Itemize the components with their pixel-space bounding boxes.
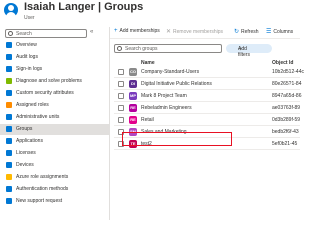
- nav-icon: [6, 54, 12, 60]
- table-row[interactable]: CO Company-Standard-Users 10b2d512-44c: [114, 66, 304, 78]
- add-memberships-button[interactable]: + Add memberships: [114, 28, 160, 34]
- object-id: 80e265?1-84: [272, 81, 302, 87]
- sidebar-item-new-support-request[interactable]: New support request: [0, 196, 109, 207]
- search-icon: [8, 31, 13, 36]
- sidebar-item-authentication-methods[interactable]: Authentication methods: [0, 184, 109, 195]
- nav-icon: [6, 198, 12, 204]
- nav-icon: [6, 186, 12, 192]
- sidebar-item-label: Diagnose and solve problems: [16, 78, 82, 84]
- remove-memberships-button[interactable]: ✕ Remove memberships: [166, 28, 223, 35]
- group-name-link[interactable]: Digital Initiative Public Relations: [141, 81, 212, 87]
- blade-header: Isaiah Langer | Groups User: [0, 0, 300, 26]
- refresh-button[interactable]: ↻ Refresh: [234, 28, 259, 35]
- nav-icon: [6, 162, 12, 168]
- sidebar-item-devices[interactable]: Devices: [0, 160, 109, 171]
- sidebar-item-label: Authentication methods: [16, 186, 69, 192]
- columns-button[interactable]: ☰ Columns: [266, 28, 293, 35]
- group-avatar: CO: [129, 68, 137, 76]
- sidebar-item-custom-security-attributes[interactable]: Custom security attributes: [0, 88, 109, 99]
- group-avatar: DI: [129, 80, 137, 88]
- sidebar-item-label: Applications: [16, 138, 43, 144]
- sidebar-item-licenses[interactable]: Licenses: [0, 148, 109, 159]
- columns-label: Columns: [273, 29, 294, 35]
- table-row[interactable]: RE Retail 0d3b289f-59: [114, 114, 300, 126]
- add-filters-button[interactable]: ⊹ Add filters: [226, 44, 272, 58]
- sidebar-item-label: Custom security attributes: [16, 90, 74, 96]
- user-icon: [4, 3, 18, 17]
- group-name-link[interactable]: Rebeladmin Engineers: [141, 105, 192, 111]
- sidebar-item-label: Licenses: [16, 150, 36, 156]
- group-name-link[interactable]: Retail: [141, 117, 154, 123]
- sidebar-item-sign-in-logs[interactable]: Sign-in logs: [0, 64, 109, 75]
- sidebar-item-applications[interactable]: Applications: [0, 136, 109, 147]
- sidebar-item-diagnose-and-solve-problems[interactable]: Diagnose and solve problems: [0, 76, 109, 87]
- sidebar-item-label: Azure role assignments: [16, 174, 69, 180]
- nav-icon: [6, 174, 12, 180]
- sidebar-item-label: Devices: [16, 162, 34, 168]
- object-id: ae03763f-89: [272, 105, 301, 111]
- nav-icon: [6, 78, 12, 84]
- highlight-box: [122, 132, 232, 146]
- sidebar-item-label: Sign-in logs: [16, 66, 43, 72]
- row-checkbox[interactable]: [118, 117, 124, 123]
- page-title: Isaiah Langer | Groups: [24, 1, 144, 13]
- nav-icon: [6, 114, 12, 120]
- table-row[interactable]: DI Digital Initiative Public Relations 80e…: [114, 78, 302, 90]
- nav-icon: [6, 138, 12, 144]
- columns-icon: ☰: [266, 29, 272, 35]
- toolbar-divider: [110, 38, 300, 39]
- sidebar-item-assigned-roles[interactable]: Assigned roles: [0, 100, 109, 111]
- sidebar-item-label: Overview: [16, 42, 37, 48]
- sidebar-item-label: New support request: [16, 198, 63, 204]
- group-avatar: RE: [129, 104, 137, 112]
- sidebar-item-label: Administrative units: [16, 114, 60, 120]
- row-checkbox[interactable]: [118, 81, 124, 87]
- table-row[interactable]: MP Mark 8 Project Team 8947a65d-86: [114, 90, 302, 102]
- sidebar-search-input[interactable]: Search: [5, 29, 87, 38]
- sidebar-item-overview[interactable]: Overview: [0, 40, 109, 51]
- sidebar-item-audit-logs[interactable]: Audit logs: [0, 52, 109, 63]
- collapse-sidebar-icon[interactable]: «: [90, 29, 93, 35]
- sidebar-item-label: Groups: [16, 126, 33, 132]
- nav-icon: [6, 102, 12, 108]
- sidebar-item-administrative-units[interactable]: Administrative units: [0, 112, 109, 123]
- row-checkbox[interactable]: [118, 69, 124, 75]
- group-avatar: RE: [129, 116, 137, 124]
- group-name-link[interactable]: Company-Standard-Users: [141, 69, 199, 75]
- search-icon: [117, 46, 122, 51]
- sidebar-item-label: Assigned roles: [16, 102, 49, 108]
- refresh-icon: ↻: [234, 29, 240, 35]
- table-row[interactable]: RE Rebeladmin Engineers ae03763f-89: [114, 102, 300, 114]
- sidebar-item-azure-role-assignments[interactable]: Azure role assignments: [0, 172, 109, 183]
- nav-icon: [6, 90, 12, 96]
- group-name-link[interactable]: Mark 8 Project Team: [141, 93, 187, 99]
- object-id: 8947a65d-86: [272, 93, 302, 99]
- row-checkbox[interactable]: [118, 105, 124, 111]
- close-icon: ✕: [166, 29, 172, 35]
- remove-memberships-label: Remove memberships: [173, 29, 224, 35]
- object-id: bedb2f6f-43: [272, 129, 299, 135]
- command-bar: + Add memberships ✕ Remove memberships ↻ Re…: [110, 27, 300, 37]
- sidebar: Search « Overview Audit logs Sign-in logs D…: [0, 27, 110, 220]
- nav-icon: [6, 150, 12, 156]
- nav-icon: [6, 126, 12, 132]
- page-subtitle: User: [24, 15, 35, 21]
- object-id: 0d3b289f-59: [272, 117, 301, 123]
- sidebar-search-placeholder: Search: [16, 31, 32, 37]
- sidebar-item-groups[interactable]: Groups: [0, 124, 109, 135]
- search-groups-input[interactable]: Search groups: [114, 44, 222, 53]
- search-groups-placeholder: Search groups: [125, 46, 158, 52]
- row-checkbox[interactable]: [118, 93, 124, 99]
- object-id: 10b2d512-44c: [272, 69, 304, 75]
- nav-icon: [6, 66, 12, 72]
- object-id: 5ef0b21-45: [272, 141, 298, 147]
- sidebar-item-label: Audit logs: [16, 54, 38, 60]
- add-filters-text: Add filters: [238, 46, 250, 58]
- nav-icon: [6, 42, 12, 48]
- add-memberships-label: Add memberships: [119, 28, 160, 34]
- plus-icon: +: [114, 28, 118, 34]
- refresh-label: Refresh: [241, 29, 259, 35]
- group-avatar: MP: [129, 92, 137, 100]
